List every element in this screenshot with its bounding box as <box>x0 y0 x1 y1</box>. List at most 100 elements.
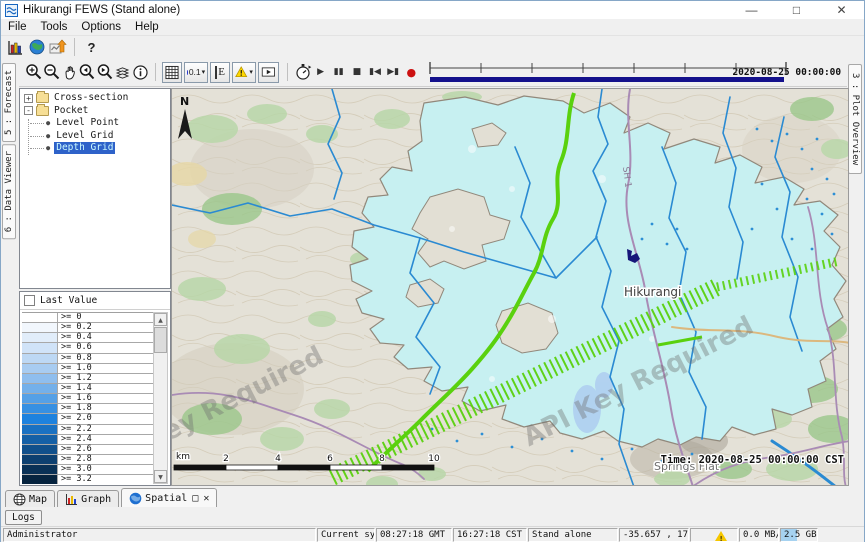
map-toolbar: 0.1 ▾ E ▾ <box>1 58 864 87</box>
tab-spatial[interactable]: Spatial □ ✕ <box>121 488 217 507</box>
status-cell: Administrator <box>3 528 316 542</box>
contour-value-button[interactable]: 0.1 ▾ <box>184 62 208 83</box>
status-cell: 08:27:18 GMT <box>376 528 452 542</box>
scale-tick: 10 <box>428 454 440 464</box>
open-display-button[interactable] <box>258 62 279 83</box>
tree-connector <box>28 119 29 155</box>
pan-button[interactable] <box>61 61 78 83</box>
timeline-ruler <box>428 60 791 84</box>
thresholds-button[interactable]: ▾ <box>232 62 256 83</box>
logs-button[interactable]: Logs <box>5 510 42 525</box>
legend-row-label: >= 2.0 <box>58 414 92 423</box>
record-button[interactable]: ● <box>402 66 420 79</box>
menu-item[interactable]: Help <box>128 21 166 33</box>
left-panel-tab[interactable]: 6 : Data Viewer <box>2 144 16 239</box>
scroll-down-icon[interactable]: ▼ <box>154 470 167 483</box>
menu-item[interactable]: File <box>1 21 34 33</box>
wire-globe-icon <box>13 493 26 506</box>
legend-row-label: >= 1.2 <box>58 374 92 383</box>
tree-expander[interactable]: - <box>24 106 33 115</box>
timeline-slider[interactable] <box>428 60 727 84</box>
help-button[interactable]: ? <box>81 36 102 58</box>
tree-expander[interactable]: + <box>24 94 33 103</box>
timeseries-display-button[interactable] <box>5 36 26 58</box>
help-icon: ? <box>88 40 96 55</box>
town-label: Hikurangi <box>624 285 681 299</box>
legend-panel: Last Value >= 0 >= 0.2 >= 0.4 <box>19 291 171 486</box>
left-panel-tab[interactable]: 5 : Forecast <box>2 63 16 142</box>
step-forward-button[interactable]: ▶▮ <box>384 67 402 77</box>
legend-row-label: >= 2.4 <box>58 435 92 444</box>
maximize-button[interactable]: □ <box>774 1 819 19</box>
last-value-checkbox[interactable] <box>24 295 35 306</box>
legend-color-swatch <box>22 313 58 322</box>
legend-color-swatch <box>22 445 58 454</box>
legend-scrollbar[interactable]: ▲ ▼ <box>153 312 168 484</box>
tree-item[interactable]: ● Level Grid <box>46 130 168 143</box>
zoom-out-button[interactable] <box>43 61 61 83</box>
zoom-in-icon <box>25 63 43 81</box>
database-export-button[interactable] <box>47 36 68 58</box>
left-tab-strip: 5 : Forecast 6 : Data Viewer <box>1 61 19 486</box>
status-cell-text: Stand alone <box>532 530 592 540</box>
zoom-previous-button[interactable] <box>78 61 96 83</box>
tree-item[interactable]: ● Level Point <box>46 117 168 130</box>
status-cell: -35.657 , 174.199 <box>619 528 689 542</box>
legend-title: Last Value <box>40 295 97 306</box>
zoom-previous-icon <box>78 63 96 81</box>
globe-icon <box>29 39 45 55</box>
pause-button[interactable]: ▮▮ <box>330 67 348 77</box>
tree-item[interactable]: - Pocket <box>22 105 168 118</box>
stop-button[interactable]: ■ <box>348 67 366 77</box>
play-button[interactable]: ▶ <box>312 67 330 77</box>
close-button[interactable]: ✕ <box>819 1 864 19</box>
status-cell-text: 16:27:18 CST <box>457 530 522 540</box>
main-toolbar: ? <box>1 36 864 58</box>
zoom-in-button[interactable] <box>25 61 43 83</box>
legend-color-swatch <box>22 333 58 342</box>
info-button[interactable] <box>132 61 149 83</box>
animation-timer-button[interactable] <box>294 61 312 83</box>
menu-item[interactable]: Tools <box>34 21 75 33</box>
layer-tree-panel: + Cross-section - Pocket ● Level P <box>19 88 171 289</box>
right-tab-strip: 3 : Plot Overview <box>847 61 864 486</box>
scroll-up-icon[interactable]: ▲ <box>154 313 167 326</box>
scrollbar-thumb[interactable] <box>154 327 167 353</box>
map-viewport[interactable]: SH 1 Hikurangi Springs Flat API Key Requ… <box>171 88 849 486</box>
label-toggle-button[interactable]: E <box>210 62 230 83</box>
bullet-icon: ● <box>46 117 50 129</box>
right-panel-tab[interactable]: 3 : Plot Overview <box>848 64 862 174</box>
layers-button[interactable] <box>114 61 131 83</box>
zoom-next-icon <box>96 63 114 81</box>
tree-item[interactable]: ● Depth Grid <box>46 142 168 155</box>
status-bar: Administrator Current system time:2020-0… <box>1 526 864 542</box>
minimize-button[interactable]: — <box>729 1 774 19</box>
display-play-icon <box>261 64 276 80</box>
tab-maximize-icon[interactable]: □ <box>192 493 198 504</box>
legend-row[interactable]: >= 3.2 <box>22 475 153 484</box>
zoom-next-button[interactable] <box>96 61 114 83</box>
legend-color-swatch <box>22 374 58 383</box>
scale-bar-segments <box>174 465 434 470</box>
legend-row-label: >= 0 <box>58 313 81 322</box>
grid-icon <box>165 65 179 80</box>
status-cell-text: Administrator <box>7 530 77 540</box>
tab-close-icon[interactable]: ✕ <box>203 493 209 504</box>
status-cell-text: 08:27:18 GMT <box>380 530 445 540</box>
menu-item[interactable]: Options <box>74 21 128 33</box>
legend-row-label: >= 2.2 <box>58 425 92 434</box>
menu-bar: FileToolsOptionsHelp <box>1 19 864 36</box>
grid-toggle-button[interactable] <box>162 62 182 83</box>
step-back-button[interactable]: ▮◀ <box>366 67 384 77</box>
tree-item[interactable]: + Cross-section <box>22 92 168 105</box>
tab-graph-label: Graph <box>81 494 111 505</box>
map-time-overlay: Time: 2020-08-25 00:00:00 CST <box>661 454 844 466</box>
tab-graph[interactable]: Graph <box>57 490 119 507</box>
map-display-button[interactable] <box>26 36 47 58</box>
stopwatch-icon <box>294 63 312 81</box>
tree-item-label: Level Point <box>54 117 121 129</box>
view-tab-bar: Map Graph Spatial □ ✕ <box>5 488 219 507</box>
tab-map[interactable]: Map <box>5 490 55 507</box>
status-cell: Stand alone <box>528 528 618 542</box>
legend-color-swatch <box>22 455 58 464</box>
